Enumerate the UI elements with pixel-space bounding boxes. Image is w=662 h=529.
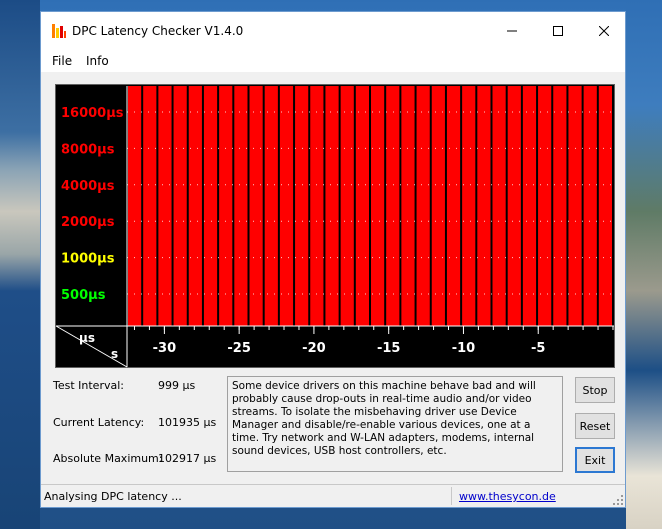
latency-bar — [507, 86, 521, 326]
y-axis-label: 2000µs — [61, 215, 115, 230]
menu-bar: File Info — [41, 50, 625, 72]
y-axis-label: 1000µs — [61, 252, 115, 267]
test-interval-value: 999 µs — [158, 379, 196, 392]
latency-bar — [310, 86, 324, 326]
maximize-icon — [553, 26, 563, 36]
latency-chart: 16000µs 8000µs 4000µs 2000µs 1000µs 500µs µs s -… — [55, 84, 615, 368]
latency-bar — [173, 86, 187, 326]
website-link[interactable]: www.thesycon.de — [459, 490, 556, 503]
app-window: DPC Latency Checker V1.4.0 File Info 160… — [40, 11, 626, 508]
current-latency-label: Current Latency: — [53, 416, 145, 429]
latency-bar — [446, 86, 461, 326]
latency-bar — [538, 86, 552, 326]
latency-bar — [234, 86, 248, 326]
x-tick-label: -5 — [531, 341, 545, 356]
latency-bar — [325, 86, 339, 326]
latency-bar — [553, 86, 567, 326]
status-text: Analysing DPC latency ... — [44, 490, 182, 503]
window-title: DPC Latency Checker V1.4.0 — [72, 24, 244, 38]
resize-grip-icon[interactable] — [613, 495, 623, 505]
latency-bar — [295, 86, 309, 326]
latency-bar — [143, 86, 157, 326]
minimize-button[interactable] — [489, 12, 535, 50]
latency-chart-svg: 16000µs 8000µs 4000µs 2000µs 1000µs 500µs µs s -… — [55, 84, 615, 368]
test-interval-label: Test Interval: — [53, 379, 124, 392]
x-tick-label: -25 — [227, 341, 251, 356]
status-bar: Analysing DPC latency ... www.thesycon.d… — [41, 484, 625, 507]
latency-bar — [492, 86, 506, 326]
close-icon — [599, 26, 609, 36]
stop-button[interactable]: Stop — [575, 377, 615, 403]
menu-file[interactable]: File — [52, 54, 72, 68]
latency-bar — [203, 86, 218, 326]
y-unit-label: µs — [79, 331, 95, 345]
x-tick-label: -20 — [302, 341, 326, 356]
title-bar[interactable]: DPC Latency Checker V1.4.0 — [41, 12, 625, 50]
latency-bar — [477, 86, 491, 326]
latency-bar — [340, 86, 354, 326]
latency-bar — [355, 86, 369, 326]
x-tick-label: -15 — [377, 341, 401, 356]
latency-bar — [568, 86, 582, 326]
latency-bar — [188, 86, 202, 326]
menu-info[interactable]: Info — [86, 54, 109, 68]
latency-bar — [522, 86, 537, 326]
absolute-maximum-value: 102917 µs — [158, 452, 217, 465]
status-separator — [451, 487, 452, 505]
latency-bar — [371, 86, 385, 326]
current-latency-value: 101935 µs — [158, 416, 217, 429]
absolute-maximum-label: Absolute Maximum: — [53, 452, 163, 465]
close-button[interactable] — [581, 12, 627, 50]
latency-bar — [386, 86, 400, 326]
x-tick-label: -10 — [452, 341, 476, 356]
latency-bar — [462, 86, 476, 326]
desktop-background-left — [0, 0, 40, 529]
bar-chart-app-icon — [52, 24, 66, 38]
reset-button[interactable]: Reset — [575, 413, 615, 439]
latency-bar — [583, 86, 597, 326]
description-text: Some device drivers on this machine beha… — [227, 376, 563, 472]
latency-bar — [264, 86, 278, 326]
desktop-background-right — [626, 0, 662, 529]
y-axis-label: 4000µs — [61, 179, 115, 194]
latency-bar — [279, 86, 294, 326]
y-axis-label: 500µs — [61, 288, 106, 303]
x-unit-label: s — [111, 347, 118, 361]
y-axis-label: 16000µs — [61, 106, 124, 121]
latency-bar — [431, 86, 445, 326]
minimize-icon — [507, 30, 517, 32]
y-axis-label: 8000µs — [61, 142, 115, 157]
exit-button[interactable]: Exit — [575, 447, 615, 473]
maximize-button[interactable] — [535, 12, 581, 50]
latency-bar — [158, 86, 172, 326]
x-tick-label: -30 — [153, 341, 177, 356]
latency-bar — [416, 86, 430, 326]
latency-bar — [249, 86, 263, 326]
latency-bar — [128, 86, 142, 326]
latency-bar — [401, 86, 415, 326]
latency-bar — [598, 86, 612, 326]
latency-bar — [219, 86, 233, 326]
